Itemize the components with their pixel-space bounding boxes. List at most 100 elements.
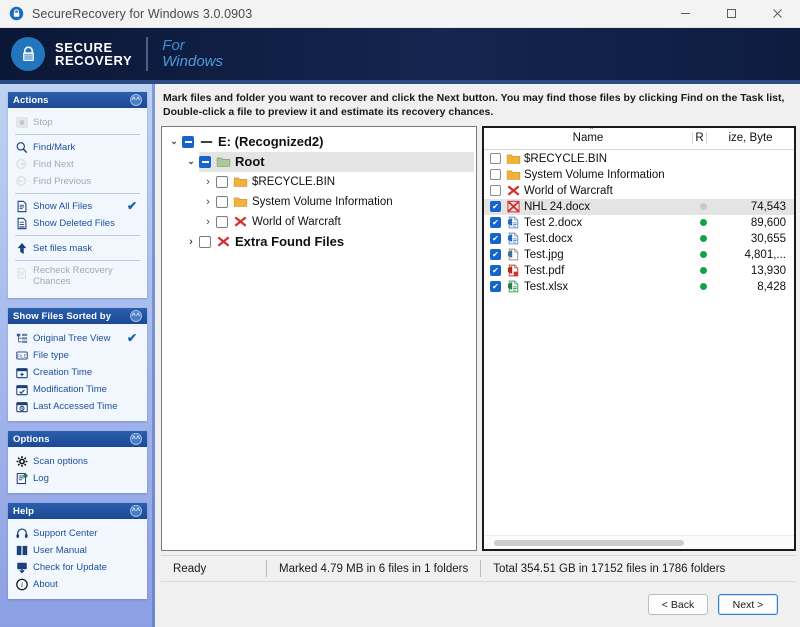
tree-checkbox[interactable] (216, 175, 228, 188)
tree-node-content[interactable]: E: (Recognized2) (182, 132, 474, 152)
tree-checkbox[interactable] (182, 135, 194, 148)
file-type-icon: FILE (14, 348, 29, 362)
minimize-button[interactable] (662, 0, 708, 28)
file-checkbox[interactable]: ✔ (490, 217, 501, 229)
file-list-row[interactable]: World of Warcraft (484, 183, 794, 199)
image-file-icon (505, 248, 521, 261)
tree-node-recycle-bin[interactable]: › $RECYCLE.BIN (166, 172, 474, 192)
sidebar-item-show-deleted-files[interactable]: Show Deleted Files (12, 215, 143, 231)
sidebar-item-recheck-recovery-chances: Recheck Recovery Chances (12, 265, 143, 291)
tree-checkbox[interactable] (199, 235, 211, 248)
close-button[interactable] (754, 0, 800, 28)
chevron-right-icon[interactable]: › (183, 236, 199, 248)
file-list-row[interactable]: $RECYCLE.BIN (484, 151, 794, 167)
folder-tree-pane[interactable]: ⌄ E: (Recognized2) ⌄ Root › $RECYCLE.BIN › Syst… (161, 125, 477, 551)
document-icon (14, 199, 29, 213)
chevron-right-icon[interactable]: › (200, 216, 216, 228)
sidebar-item-set-files-mask[interactable]: Set files mask (12, 240, 143, 256)
tree-checkbox[interactable] (216, 215, 228, 228)
sidebar-item-original-tree-view[interactable]: Original Tree View ✔ (12, 330, 143, 346)
sidebar-item-user-manual[interactable]: User Manual (12, 542, 143, 558)
chevron-down-icon[interactable]: ⌄ (166, 136, 182, 147)
sidebar-item-find-mark[interactable]: Find/Mark (12, 139, 143, 155)
sidebar-item-support-center[interactable]: Support Center (12, 525, 143, 541)
collapse-chevron-icon[interactable]: ^^ (130, 433, 142, 445)
brand-line-1: SECURE (55, 39, 113, 55)
tree-node-content[interactable]: System Volume Information (216, 192, 474, 212)
column-header-recovery[interactable]: R (692, 132, 706, 145)
sidebar-item-label: Find/Mark (33, 141, 76, 153)
file-list-row[interactable]: ✔ Test.jpg 4,801,... (484, 247, 794, 263)
tree-node-extra-found-files[interactable]: › Extra Found Files (166, 232, 474, 252)
back-button[interactable]: < Back (648, 594, 708, 615)
scrollbar-thumb[interactable] (494, 539, 684, 546)
file-list-row[interactable]: ✔ NHL 24.docx 74,543 (484, 198, 794, 215)
tree-checkbox[interactable] (199, 155, 211, 168)
sidebar-item-about[interactable]: i About (12, 576, 143, 592)
tree-node-content[interactable]: Extra Found Files (199, 232, 474, 252)
chevron-right-icon[interactable]: › (200, 176, 216, 188)
tree-node-root[interactable]: ⌄ Root (166, 151, 474, 172)
maximize-button[interactable] (708, 0, 754, 28)
file-list-horizontal-scrollbar[interactable] (484, 535, 794, 549)
svg-text:i: i (21, 582, 23, 589)
tree-node-system-volume-information[interactable]: › System Volume Information (166, 192, 474, 212)
brand-divider (146, 37, 149, 71)
recovery-chance-dot (699, 203, 707, 211)
sidebar-panel-show-files-sorted-by: Show Files Sorted by ^^ Original Tree View… (8, 308, 147, 421)
sidebar-item-check-for-update[interactable]: Check for Update (12, 559, 143, 575)
sidebar-item-file-type[interactable]: FILE File type (12, 347, 143, 363)
tree-node-world-of-warcraft[interactable]: › World of Warcraft (166, 212, 474, 232)
panes-container: ⌄ E: (Recognized2) ⌄ Root › $RECYCLE.BIN › Syst… (161, 125, 796, 555)
file-list-row[interactable]: ✔ Test 2.docx 89,600 (484, 215, 794, 231)
collapse-chevron-icon[interactable]: ^^ (130, 310, 142, 322)
sidebar-item-modification-time[interactable]: Modification Time (12, 381, 143, 397)
tree-node-content[interactable]: Root (199, 151, 474, 172)
tree-node-content[interactable]: World of Warcraft (216, 212, 474, 232)
excel-file-icon (505, 280, 521, 293)
magnifier-icon (14, 140, 29, 154)
sidebar-item-creation-time[interactable]: Creation Time (12, 364, 143, 380)
sidebar-item-log[interactable]: Log (12, 470, 143, 486)
next-button[interactable]: Next > (718, 594, 778, 615)
recovery-chance-dot (699, 219, 707, 227)
file-checkbox[interactable] (490, 169, 501, 181)
file-checkbox[interactable]: ✔ (490, 265, 501, 277)
file-checkbox[interactable]: ✔ (490, 281, 501, 293)
column-header-name[interactable]: ⌃ Name (484, 128, 692, 144)
recovery-chance-dot (699, 283, 707, 291)
collapse-chevron-icon[interactable]: ^^ (130, 94, 142, 106)
sidebar-panel-actions: Actions ^^ Stop Find/Mark Find Next Find Prev… (8, 92, 147, 298)
separator (15, 193, 140, 194)
secure-recovery-logo-icon (11, 37, 45, 71)
collapse-chevron-icon[interactable]: ^^ (130, 505, 142, 517)
download-icon (14, 560, 29, 574)
sidebar-item-show-all-files[interactable]: Show All Files ✔ (12, 198, 143, 214)
sidebar-item-last-accessed-time[interactable]: Last Accessed Time (12, 398, 143, 414)
file-checkbox[interactable]: ✔ (490, 249, 501, 261)
file-list-row[interactable]: System Volume Information (484, 167, 794, 183)
file-checkbox[interactable] (490, 153, 501, 165)
tree-node-content[interactable]: $RECYCLE.BIN (216, 172, 474, 192)
file-checkbox[interactable] (490, 185, 501, 197)
brand-wordmark: SECURE RECOVERY (55, 39, 132, 67)
file-checkbox[interactable]: ✔ (490, 233, 501, 245)
panel-header: Options ^^ (8, 431, 147, 447)
file-list-row[interactable]: ✔ Test.pdf 13,930 (484, 263, 794, 279)
column-header-size[interactable]: ize, Byte (706, 132, 794, 145)
main-content: Mark files and folder you want to recove… (155, 84, 800, 627)
file-checkbox[interactable]: ✔ (490, 201, 501, 213)
file-list-row[interactable]: ✔ Test.xlsx 8,428 (484, 279, 794, 295)
recovery-chance-dot (699, 251, 707, 259)
file-list-pane[interactable]: ⌃ Name R ize, Byte $RECYCLE.BIN System Vo… (482, 125, 796, 551)
brand-header: SECURE RECOVERY For Windows (0, 28, 800, 80)
status-total: Total 354.51 GB in 17152 files in 1786 f… (480, 560, 737, 577)
folder-icon (505, 168, 521, 181)
tree-node-e-recognized2[interactable]: ⌄ E: (Recognized2) (166, 132, 474, 152)
sidebar-item-scan-options[interactable]: Scan options (12, 453, 143, 469)
chevron-down-icon[interactable]: ⌄ (183, 156, 199, 167)
tree-checkbox[interactable] (216, 195, 228, 208)
sidebar-item-label: File type (33, 349, 69, 361)
file-list-row[interactable]: ✔ Test.docx 30,655 (484, 231, 794, 247)
chevron-right-icon[interactable]: › (200, 196, 216, 208)
